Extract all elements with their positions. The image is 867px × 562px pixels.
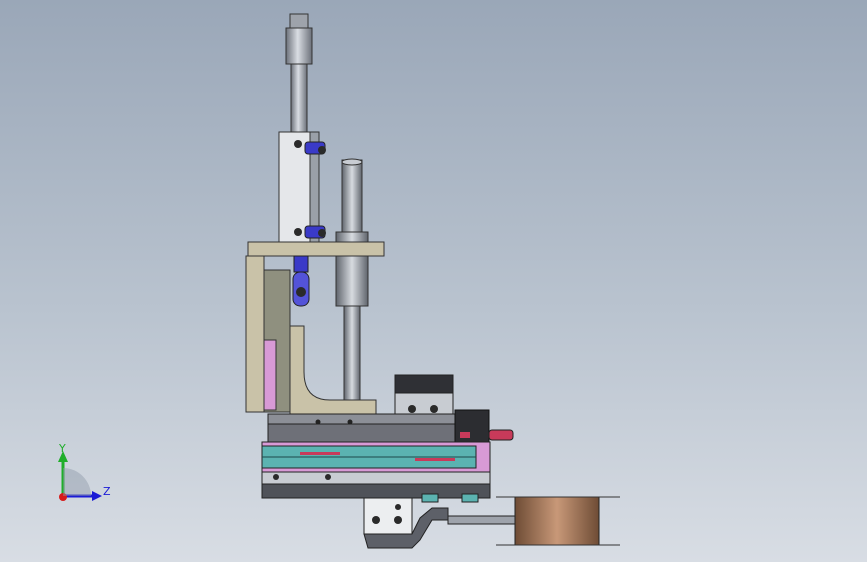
spacer-tab-left [421, 493, 439, 503]
cylinder-rod-head [285, 13, 313, 133]
sensor-block [394, 374, 454, 416]
linear-guide-rail [261, 441, 491, 473]
slide-end-cap [454, 409, 490, 447]
spacer-tab-right [461, 493, 479, 503]
pneumatic-fitting-lower [304, 225, 326, 239]
base-plate [261, 471, 491, 499]
assembly-model[interactable] [0, 0, 867, 562]
l-bracket [289, 325, 377, 415]
horizontal-slide-upper [267, 413, 459, 443]
cad-viewport[interactable]: Y Z [0, 0, 867, 562]
guide-post [335, 158, 369, 403]
lower-mount-bracket [363, 497, 449, 549]
floating-joint [292, 255, 310, 307]
z-axis-label: Z [103, 485, 111, 498]
axis-triad [58, 451, 102, 501]
copper-roller [496, 496, 620, 546]
vertical-side-frame [245, 255, 291, 413]
y-axis-label: Y [59, 442, 66, 455]
pneumatic-fitting-upper [304, 141, 326, 155]
top-mounting-plate [247, 241, 385, 257]
